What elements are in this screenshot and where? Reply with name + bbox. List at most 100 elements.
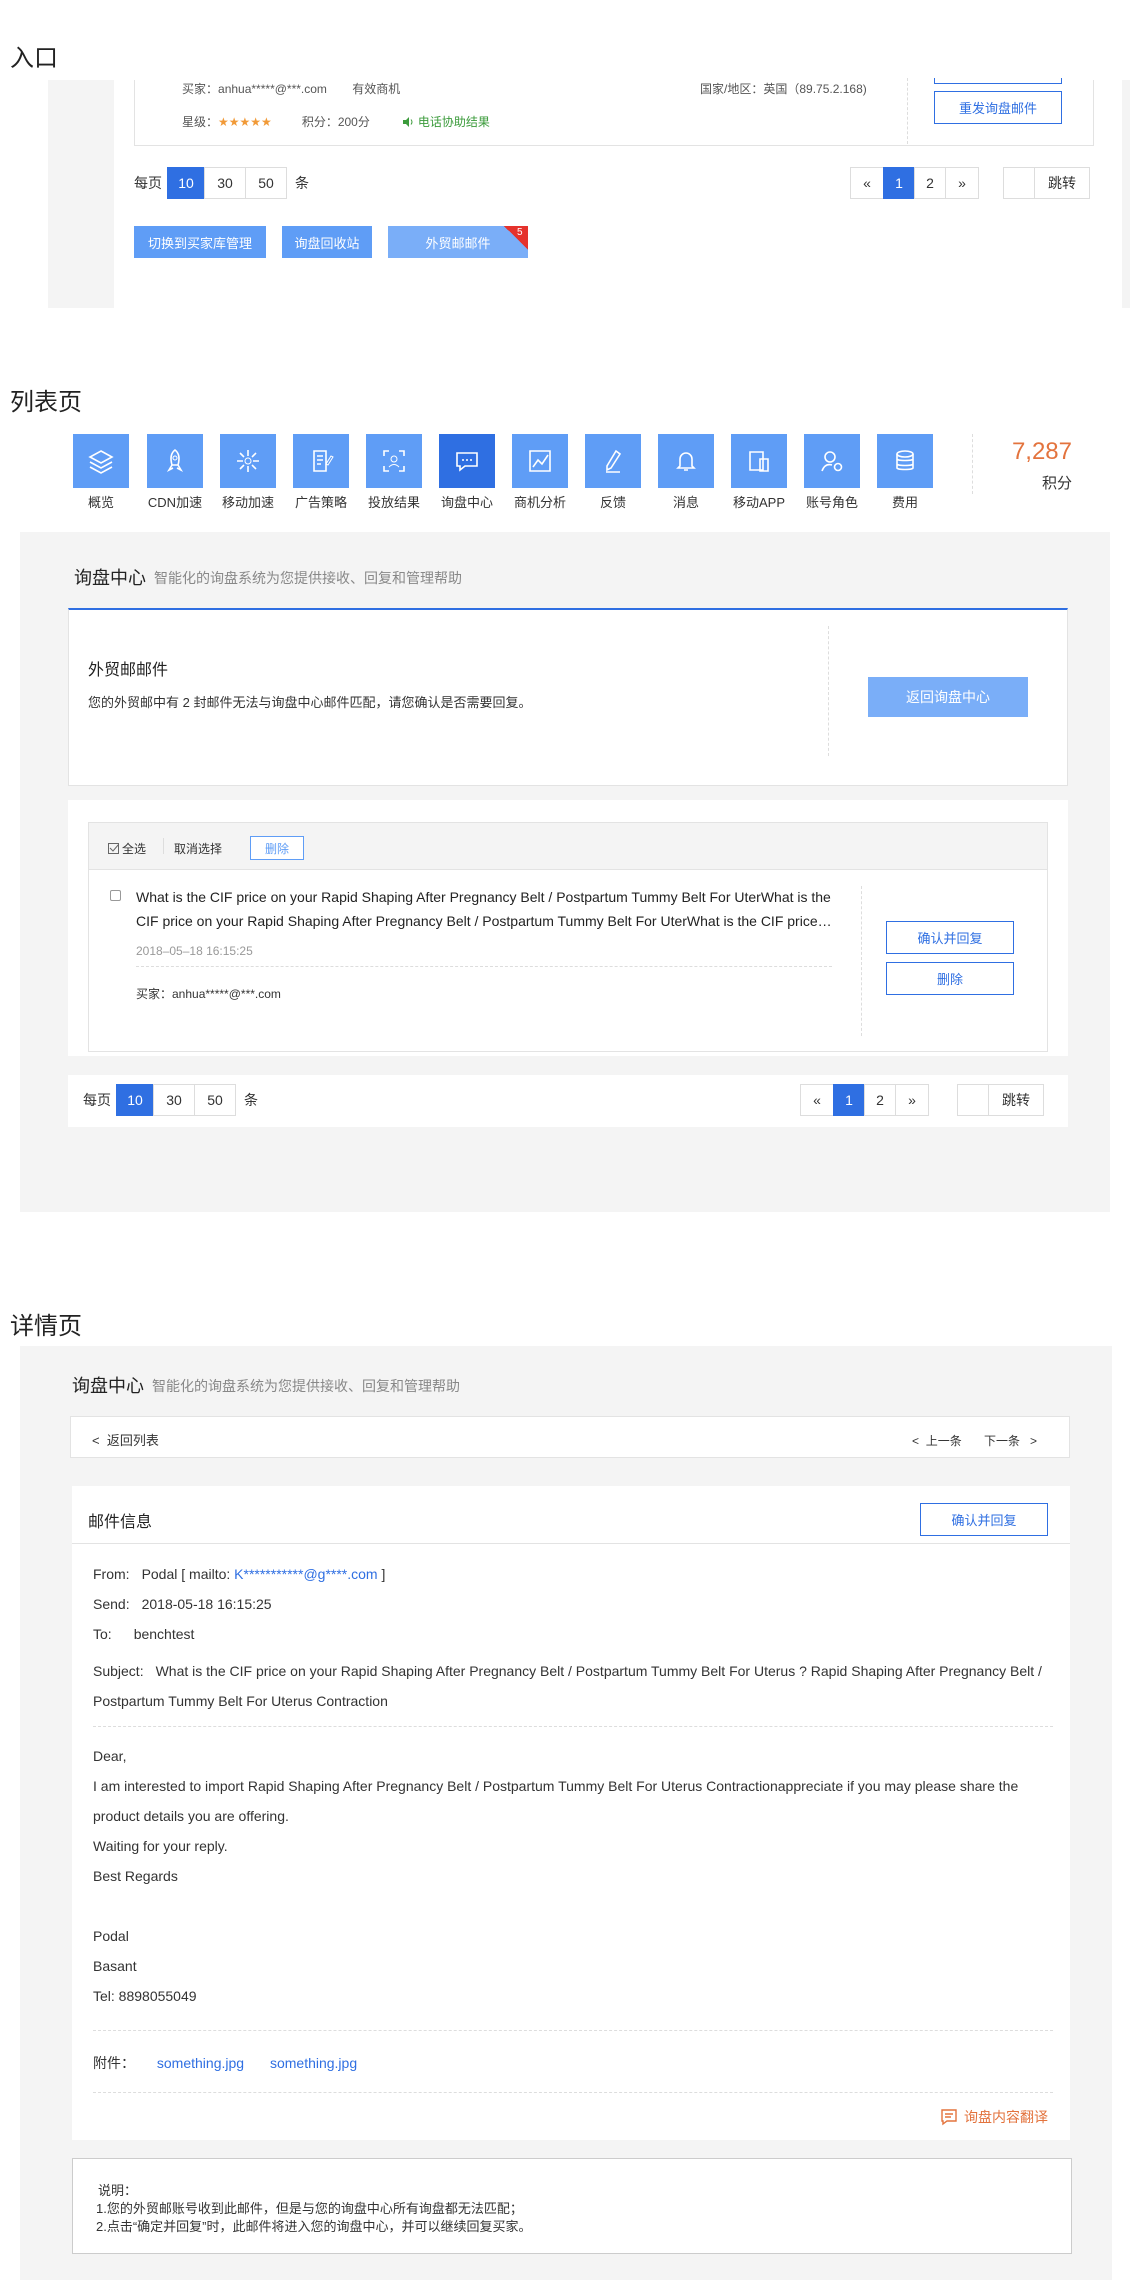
nav-item-mobile-accel[interactable]: 移动加速 [220, 434, 276, 510]
jump-input[interactable] [1003, 167, 1035, 199]
attachment-link[interactable]: something.jpg [270, 2055, 357, 2071]
detail-confirm-reply-button[interactable]: 确认并回复 [920, 1503, 1048, 1536]
next-button[interactable]: 下一条 > [984, 1432, 1037, 1449]
notice-text: 您的外贸邮中有 2 封邮件无法与询盘中心邮件匹配，请您确认是否需要回复。 [88, 695, 532, 710]
item-delete-button[interactable]: 删除 [886, 962, 1014, 995]
item-checkbox[interactable] [110, 890, 121, 901]
list-jump: 跳转 [957, 1084, 1044, 1116]
nav-item-account-roles[interactable]: 账号角色 [804, 434, 860, 510]
points-label: 积分： [301, 115, 338, 129]
back-to-list-label: 返回列表 [106, 1433, 159, 1448]
prev-label: 上一条 [925, 1434, 962, 1448]
bell-icon [658, 434, 714, 488]
entry-divider [907, 78, 908, 144]
nav-label: 费用 [891, 495, 918, 510]
nav-item-overview[interactable]: 概览 [73, 434, 129, 510]
subject-label: Subject: [93, 1663, 144, 1679]
entry-pagination: « 1 2 » [850, 167, 979, 199]
jump-input[interactable] [957, 1084, 989, 1116]
jump-button[interactable]: 跳转 [1034, 167, 1090, 199]
phone-help[interactable]: 电话协助结果 [402, 113, 490, 130]
body-line: Dear, [93, 1748, 127, 1764]
from-name: Podal [ mailto: [141, 1566, 235, 1582]
nav-label: 商机分析 [513, 495, 566, 510]
page-prev[interactable]: « [850, 167, 884, 199]
page-2[interactable]: 2 [914, 167, 946, 199]
bulk-delete-button[interactable]: 删除 [250, 836, 304, 860]
note-title: 说明： [98, 2183, 138, 2198]
note-line-2: 2.点击“确定并回复”时，此邮件将进入您的询盘中心，并可以继续回复买家。 [96, 2219, 532, 2234]
buyer-label: 买家： [182, 82, 219, 96]
nav-points-value: 7,287 [1011, 438, 1072, 465]
send-label: Send: [93, 1596, 130, 1612]
page-2[interactable]: 2 [864, 1084, 896, 1116]
back-inquiry-center-button[interactable]: 返回询盘中心 [868, 677, 1028, 717]
nav-item-ad-strategy[interactable]: 广告策略 [293, 434, 349, 510]
entry-country: 国家/地区：英国（89.75.2.168) [700, 80, 867, 97]
section-title-list: 列表页 [10, 389, 82, 416]
chart-icon [512, 434, 568, 488]
body-line [93, 1891, 1063, 1921]
points-value: 200分 [337, 115, 370, 129]
nav-label: 移动APP [732, 495, 785, 510]
page-prev[interactable]: « [800, 1084, 834, 1116]
page-next[interactable]: » [895, 1084, 929, 1116]
item-subject[interactable]: What is the CIF price on your Rapid Shap… [136, 885, 836, 933]
page-next[interactable]: » [945, 167, 979, 199]
confirm-reply-button[interactable]: 确认并回复 [886, 921, 1014, 954]
nav-item-messages[interactable]: 消息 [658, 434, 714, 510]
nav-item-cdn[interactable]: CDN加速 [147, 434, 203, 510]
nav-item-billing[interactable]: 费用 [877, 434, 933, 510]
rocket-icon [147, 434, 203, 488]
notice-divider [828, 626, 829, 756]
from-email[interactable]: K***********@g****.com [234, 1566, 377, 1582]
translate-button[interactable]: 询盘内容翻译 [940, 2107, 1048, 2127]
page-1[interactable]: 1 [833, 1084, 865, 1116]
select-all-label: 全选 [122, 842, 147, 856]
note-content: 说明： 1.您的外贸邮账号收到此邮件，但是与您的询盘中心所有询盘都无法匹配； 2… [96, 2182, 532, 2236]
deselect-button[interactable]: 取消选择 [174, 840, 222, 857]
recycle-bin-button[interactable]: 询盘回收站 [282, 226, 372, 258]
nav-item-mobile-app[interactable]: 移动APP [731, 434, 787, 510]
nav-item-inquiry-center[interactable]: 询盘中心 [439, 434, 495, 510]
switch-buyer-db-button[interactable]: 切换到买家库管理 [134, 226, 266, 258]
body-line: Podal [93, 1928, 129, 1944]
per-page-10[interactable]: 10 [116, 1084, 154, 1116]
nav-item-feedback[interactable]: 反馈 [585, 434, 641, 510]
per-page-label: 每页 [83, 1092, 111, 1108]
per-page-10[interactable]: 10 [167, 167, 205, 199]
star-label: 星级： [182, 115, 219, 129]
jump-button[interactable]: 跳转 [988, 1084, 1044, 1116]
resend-inquiry-button[interactable]: 重发询盘邮件 [934, 91, 1062, 124]
body-line: Best Regards [93, 1868, 178, 1884]
checkbox-icon [108, 843, 119, 854]
devices-icon [731, 434, 787, 488]
foreign-mail-label: 外贸邮邮件 [425, 235, 491, 251]
notepad-icon [293, 434, 349, 488]
page-1[interactable]: 1 [883, 167, 915, 199]
prev-button[interactable]: < 上一条 [912, 1432, 962, 1449]
coins-icon [877, 434, 933, 488]
next-label: 下一条 [984, 1434, 1021, 1448]
note-line-1: 1.您的外贸邮账号收到此邮件，但是与您的询盘中心所有询盘都无法匹配； [96, 2201, 523, 2216]
country-label: 国家/地区： [700, 82, 764, 96]
chevron-left-icon: < [92, 1433, 100, 1448]
from-end: ] [377, 1566, 386, 1582]
mail-send: Send: 2018-05-18 16:15:25 [93, 1596, 272, 1612]
attachment-link[interactable]: something.jpg [157, 2055, 244, 2071]
mail-detail-sep [72, 1543, 1070, 1544]
mail-badge-count: 5 [517, 227, 523, 238]
toolbar-sep [163, 838, 164, 854]
back-to-list[interactable]: < 返回列表 [92, 1430, 159, 1449]
per-page-50[interactable]: 50 [194, 1084, 236, 1116]
per-page-30[interactable]: 30 [153, 1084, 195, 1116]
nav-label: 广告策略 [294, 495, 347, 510]
nav-item-analysis[interactable]: 商机分析 [512, 434, 568, 510]
entry-prev-button-edge [934, 78, 1062, 84]
per-page-50[interactable]: 50 [245, 167, 287, 199]
nav-label: 投放结果 [367, 495, 420, 510]
mail-subject: Subject: What is the CIF price on your Ra… [93, 1656, 1063, 1716]
per-page-30[interactable]: 30 [204, 167, 246, 199]
select-all[interactable]: 全选 [108, 840, 146, 857]
nav-item-delivery[interactable]: 投放结果 [366, 434, 422, 510]
